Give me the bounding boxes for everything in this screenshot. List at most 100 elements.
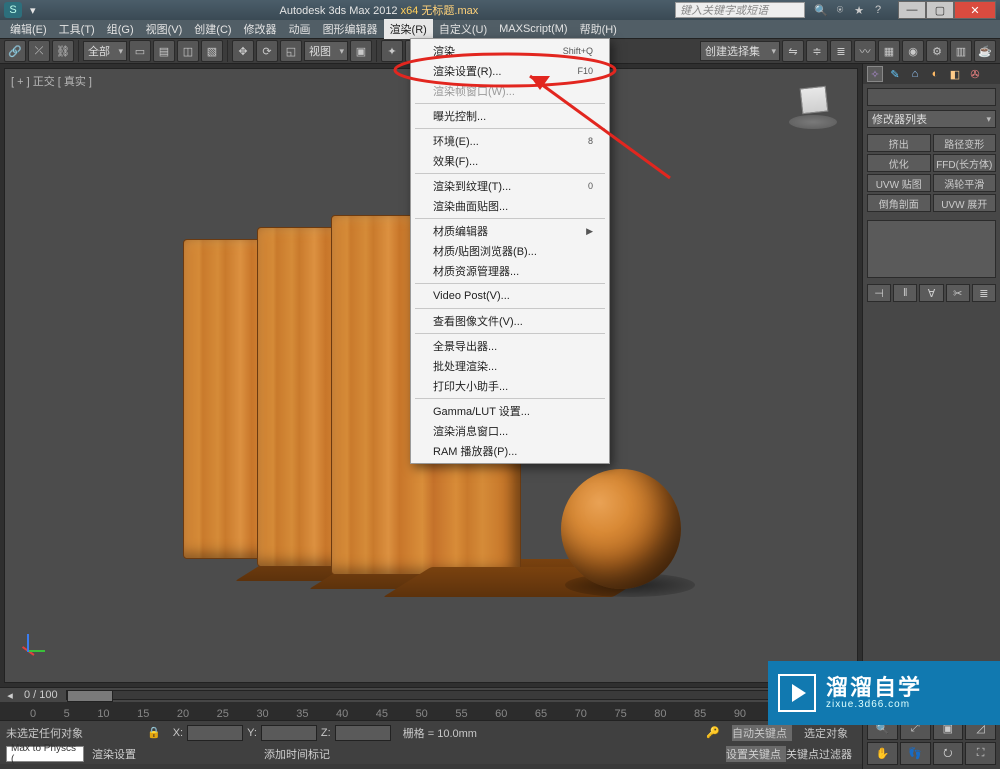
time-slider[interactable] <box>66 690 838 700</box>
coord-z-field[interactable] <box>335 725 391 741</box>
quickaccess-icon[interactable]: ▾ <box>30 4 36 17</box>
named-sel-combo[interactable]: 创建选择集 <box>700 41 780 61</box>
favorite-icon[interactable]: ★ <box>851 2 867 18</box>
stack-config-icon[interactable]: ≣ <box>972 284 996 302</box>
modifier-button[interactable]: 倒角剖面 <box>867 194 931 212</box>
nav-pan-icon[interactable]: ✋ <box>867 742 898 765</box>
menu-item[interactable]: 材质/贴图浏览器(B)... <box>411 241 609 261</box>
maximize-button[interactable]: ▢ <box>926 1 954 19</box>
menu-item[interactable]: 批处理渲染... <box>411 356 609 376</box>
nav-walk-icon[interactable]: 👣 <box>900 742 931 765</box>
key-mode-icon[interactable]: 🔑 <box>706 726 720 739</box>
menu-item[interactable]: 效果(F)... <box>411 151 609 171</box>
nav-orbit-icon[interactable]: ⭮ <box>933 742 964 765</box>
stack-show-icon[interactable]: ‖ <box>893 284 917 302</box>
curve-editor-icon[interactable]: 〰 <box>854 40 876 62</box>
ref-coord-combo[interactable]: 视图 <box>304 41 348 61</box>
menu-view[interactable]: 视图(V) <box>140 19 189 39</box>
menu-item[interactable]: 打印大小助手... <box>411 376 609 396</box>
tab-utilities-icon[interactable]: ✇ <box>967 66 983 82</box>
render-icon[interactable]: ☕ <box>974 40 996 62</box>
lock-selection-icon[interactable]: 🔒 <box>147 726 161 739</box>
help-icon[interactable]: ? <box>870 2 886 18</box>
time-tag-button[interactable]: 添加时间标记 <box>264 746 330 762</box>
menu-item[interactable]: 渲染Shift+Q <box>411 41 609 61</box>
menu-item[interactable]: 材质资源管理器... <box>411 261 609 281</box>
stack-unique-icon[interactable]: ∀ <box>919 284 943 302</box>
select-icon[interactable]: ▭ <box>129 40 151 62</box>
setkey-button[interactable]: 设置关键点 <box>726 746 786 762</box>
menu-help[interactable]: 帮助(H) <box>574 19 623 39</box>
menu-item[interactable]: 渲染消息窗口... <box>411 421 609 441</box>
menu-item[interactable]: 渲染曲面贴图... <box>411 196 609 216</box>
close-button[interactable]: ✕ <box>954 1 996 19</box>
menu-customize[interactable]: 自定义(U) <box>433 19 493 39</box>
menu-item[interactable]: 曝光控制... <box>411 106 609 126</box>
modifier-button[interactable]: 涡轮平滑 <box>933 174 997 192</box>
nav-maximize-icon[interactable]: ⛶ <box>965 742 996 765</box>
keyfilter-button[interactable]: 关键点过滤器 <box>786 746 856 762</box>
modifier-button[interactable]: 优化 <box>867 154 931 172</box>
bind-icon[interactable]: ⛓ <box>52 40 74 62</box>
menu-edit[interactable]: 编辑(E) <box>4 19 53 39</box>
material-editor-icon[interactable]: ◉ <box>902 40 924 62</box>
menu-rendering[interactable]: 渲染(R) <box>384 19 433 39</box>
menu-animation[interactable]: 动画 <box>283 19 317 39</box>
tab-create-icon[interactable]: ✧ <box>867 66 883 82</box>
minimize-button[interactable]: — <box>898 1 926 19</box>
modifier-button[interactable]: FFD(长方体) <box>933 154 997 172</box>
signin-icon[interactable]: ⍟ <box>832 2 848 18</box>
coord-y-field[interactable] <box>261 725 317 741</box>
menu-item[interactable]: Gamma/LUT 设置... <box>411 401 609 421</box>
menu-item[interactable]: 环境(E)...8 <box>411 131 609 151</box>
modifier-button[interactable]: 挤出 <box>867 134 931 152</box>
schematic-icon[interactable]: ▦ <box>878 40 900 62</box>
move-icon[interactable]: ✥ <box>232 40 254 62</box>
tab-modify-icon[interactable]: ✎ <box>887 66 903 82</box>
menu-item[interactable]: 查看图像文件(V)... <box>411 311 609 331</box>
maxscript-listener[interactable]: Max to Physcs ( <box>6 746 84 762</box>
select-region-icon[interactable]: ◫ <box>177 40 199 62</box>
modifier-button[interactable]: 路径变形 <box>933 134 997 152</box>
align-icon[interactable]: ≑ <box>806 40 828 62</box>
help-search-input[interactable]: 键入关键字或短语 <box>675 2 805 18</box>
menu-grapheditors[interactable]: 图形编辑器 <box>317 19 384 39</box>
menu-modifiers[interactable]: 修改器 <box>238 19 283 39</box>
render-frame-icon[interactable]: ▥ <box>950 40 972 62</box>
link-icon[interactable]: 🔗 <box>4 40 26 62</box>
coord-x-field[interactable] <box>187 725 243 741</box>
selset-combo[interactable]: 选定对象 <box>804 725 856 741</box>
menu-item[interactable]: RAM 播放器(P)... <box>411 441 609 461</box>
menu-item[interactable]: 渲染设置(R)...F10 <box>411 61 609 81</box>
tab-hierarchy-icon[interactable]: ⌂ <box>907 66 923 82</box>
viewcube[interactable] <box>785 79 841 135</box>
modifier-stack[interactable] <box>867 220 996 278</box>
autokey-button[interactable]: 自动关键点 <box>732 725 792 741</box>
menu-item[interactable]: 渲染到纹理(T)...0 <box>411 176 609 196</box>
object-name-field[interactable] <box>867 88 996 106</box>
window-crossing-icon[interactable]: ▧ <box>201 40 223 62</box>
menu-item[interactable]: 全景导出器... <box>411 336 609 356</box>
modifier-button[interactable]: UVW 贴图 <box>867 174 931 192</box>
layers-icon[interactable]: ≣ <box>830 40 852 62</box>
stack-pin-icon[interactable]: ⊣ <box>867 284 891 302</box>
mirror-icon[interactable]: ⇋ <box>782 40 804 62</box>
menu-tools[interactable]: 工具(T) <box>53 19 101 39</box>
selection-filter-combo[interactable]: 全部 <box>83 41 127 61</box>
scale-icon[interactable]: ◱ <box>280 40 302 62</box>
stack-remove-icon[interactable]: ✂ <box>946 284 970 302</box>
pivot-icon[interactable]: ▣ <box>350 40 372 62</box>
search-icon[interactable]: 🔍 <box>813 2 829 18</box>
menu-item[interactable]: 渲染帧窗口(W)... <box>411 81 609 101</box>
menu-item[interactable]: Video Post(V)... <box>411 286 609 306</box>
menu-create[interactable]: 创建(C) <box>188 19 237 39</box>
tab-display-icon[interactable]: ◧ <box>947 66 963 82</box>
render-setup-icon[interactable]: ⚙ <box>926 40 948 62</box>
viewport-label[interactable]: [ + ] 正交 [ 真实 ] <box>11 73 92 89</box>
modifier-list-combo[interactable]: 修改器列表 <box>867 110 996 128</box>
menu-group[interactable]: 组(G) <box>101 19 140 39</box>
timeline-left-icon[interactable]: ◂ <box>0 689 20 702</box>
rotate-icon[interactable]: ⟳ <box>256 40 278 62</box>
frame-ruler[interactable]: 0510152025303540455055606570758085909510… <box>0 702 862 720</box>
time-slider-thumb[interactable] <box>67 690 113 702</box>
